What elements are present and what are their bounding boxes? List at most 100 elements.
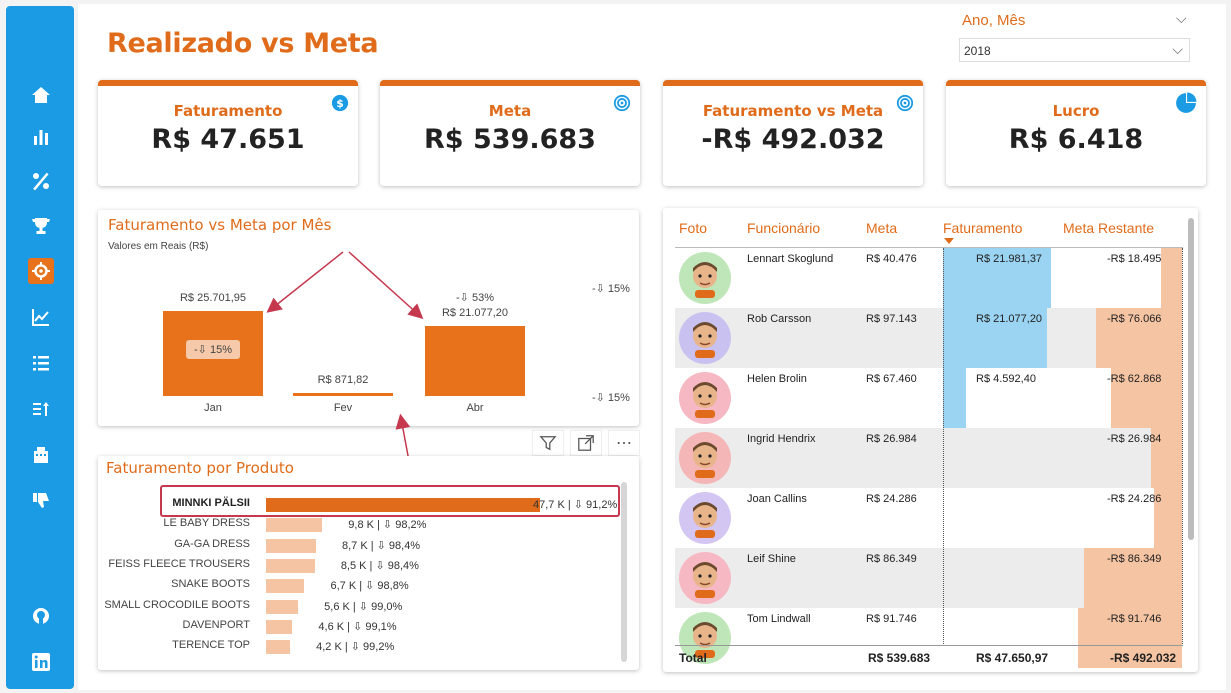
table-row[interactable]: Helen Brolin R$ 67.460 R$ 4.592,40 -R$ 62.8… bbox=[675, 368, 1183, 428]
meta-value: R$ 91.746 bbox=[866, 613, 917, 625]
meta-restante-value: -R$ 76.066 bbox=[1107, 313, 1162, 325]
meta-value: R$ 97.143 bbox=[866, 313, 917, 325]
bar-abr[interactable] bbox=[425, 326, 525, 396]
product-bar[interactable] bbox=[266, 599, 299, 614]
employee-name: Leif Shine bbox=[747, 553, 796, 565]
product-row[interactable]: LE BABY DRESS 9,8 K | ⇩ 98,2% bbox=[98, 517, 618, 533]
meta-value: R$ 40.476 bbox=[866, 253, 917, 265]
sort-desc-icon bbox=[944, 238, 954, 244]
highlight-box bbox=[160, 485, 620, 517]
employee-table: Foto Funcionário Meta Faturamento Meta R… bbox=[663, 208, 1198, 672]
linkedin-icon[interactable] bbox=[28, 649, 54, 675]
pie-icon bbox=[1176, 92, 1197, 113]
bar-value-label: R$ 871,82 bbox=[317, 374, 369, 387]
product-value-label: 5,6 K | ⇩ 99,0% bbox=[324, 600, 403, 613]
github-icon[interactable] bbox=[28, 603, 54, 629]
scrollbar[interactable] bbox=[621, 482, 627, 662]
product-bar[interactable] bbox=[266, 538, 316, 553]
list-icon[interactable] bbox=[28, 350, 54, 376]
column-header-meta-restante[interactable]: Meta Restante bbox=[1063, 220, 1154, 236]
chevron-down-icon[interactable]: ⌵ bbox=[1176, 10, 1187, 27]
product-bar[interactable] bbox=[266, 640, 291, 655]
product-row[interactable]: SMALL CROCODILE BOOTS 5,6 K | ⇩ 99,0% bbox=[98, 599, 618, 615]
employee-name: Helen Brolin bbox=[747, 373, 807, 385]
home-icon[interactable] bbox=[28, 82, 54, 108]
svg-text:$: $ bbox=[336, 97, 344, 110]
avatar bbox=[679, 492, 731, 544]
line-chart-icon[interactable] bbox=[28, 304, 54, 330]
faturamento-value: R$ 4.592,40 bbox=[976, 373, 1036, 385]
product-name: TERENCE TOP bbox=[172, 639, 250, 652]
column-header-meta[interactable]: Meta bbox=[866, 220, 897, 236]
product-name: SMALL CROCODILE BOOTS bbox=[104, 598, 250, 611]
side-pct-top: -⇩ 15% bbox=[592, 283, 630, 295]
category-label: Fev bbox=[333, 402, 353, 414]
product-bar[interactable] bbox=[266, 518, 323, 533]
meta-value: R$ 24.286 bbox=[866, 493, 917, 505]
bar-chart-icon[interactable] bbox=[28, 124, 54, 150]
focus-mode-icon[interactable] bbox=[570, 430, 602, 456]
kpi-faturamento: Faturamento R$ 47.651 $ bbox=[98, 80, 358, 186]
product-row[interactable]: FEISS FLEECE TROUSERS 8,5 K | ⇩ 98,4% bbox=[98, 558, 618, 574]
variance-badge: -⇩ 15% bbox=[186, 340, 240, 359]
total-label: Total bbox=[679, 651, 707, 665]
total-row: Total R$ 539.683 R$ 47.650,97 -R$ 492.03… bbox=[675, 645, 1183, 669]
product-bar[interactable] bbox=[266, 558, 315, 573]
product-row[interactable]: TERENCE TOP 4,2 K | ⇩ 99,2% bbox=[98, 639, 618, 655]
column-header-funcionario[interactable]: Funcionário bbox=[747, 220, 820, 236]
category-label: Jan bbox=[204, 402, 222, 414]
kpi-value: -R$ 492.032 bbox=[701, 124, 885, 155]
column-header-foto[interactable]: Foto bbox=[679, 220, 707, 236]
more-options-icon[interactable]: ⋯ bbox=[608, 430, 640, 456]
product-value-label: 4,6 K | ⇩ 99,1% bbox=[318, 620, 397, 633]
page-title: Realizado vs Meta bbox=[107, 28, 379, 59]
kpi-value: R$ 539.683 bbox=[424, 124, 596, 155]
employee-name: Lennart Skoglund bbox=[747, 253, 834, 265]
employee-name: Tom Lindwall bbox=[747, 613, 811, 625]
table-scrollbar[interactable] bbox=[1188, 218, 1194, 540]
chart-title: Faturamento por Produto bbox=[106, 459, 294, 477]
bar-value-label: R$ 21.077,20 bbox=[441, 307, 509, 320]
product-name: FEISS FLEECE TROUSERS bbox=[108, 557, 250, 570]
column-header-faturamento[interactable]: Faturamento bbox=[943, 220, 1022, 236]
chart-title: Faturamento vs Meta por Mês bbox=[108, 216, 332, 234]
product-row[interactable]: DAVENPORT 4,6 K | ⇩ 99,1% bbox=[98, 619, 618, 635]
kpi-value: R$ 47.651 bbox=[151, 124, 305, 155]
product-name: LE BABY DRESS bbox=[163, 517, 250, 530]
monthly-chart-card: Faturamento vs Meta por Mês Valores em R… bbox=[98, 210, 639, 426]
building-icon[interactable] bbox=[28, 442, 54, 468]
filter-icon[interactable] bbox=[532, 430, 564, 456]
table-row[interactable]: Joan Callins R$ 24.286 -R$ 24.286 bbox=[675, 488, 1183, 548]
trophy-icon[interactable] bbox=[28, 213, 54, 239]
product-value-label: 6,7 K | ⇩ 98,8% bbox=[330, 580, 409, 593]
table-row[interactable]: Rob Carsson R$ 97.143 R$ 21.077,20 -R$ 76.0… bbox=[675, 308, 1183, 368]
target-icon[interactable] bbox=[28, 258, 54, 284]
faturamento-value: R$ 21.077,20 bbox=[976, 313, 1043, 325]
percent-icon[interactable] bbox=[28, 168, 54, 194]
year-month-slicer[interactable]: 2018 ⌵ bbox=[959, 38, 1190, 62]
thumbs-down-icon[interactable] bbox=[28, 487, 54, 513]
chevron-down-icon: ⌵ bbox=[1172, 41, 1183, 57]
product-value-label: 8,5 K | ⇩ 98,4% bbox=[340, 559, 419, 572]
table-row[interactable]: Ingrid Hendrix R$ 26.984 -R$ 26.984 bbox=[675, 428, 1183, 488]
target-icon bbox=[613, 94, 631, 112]
avatar bbox=[679, 252, 731, 304]
kpi-lucro: Lucro R$ 6.418 bbox=[946, 80, 1206, 186]
dollar-icon: $ bbox=[331, 94, 349, 112]
visual-toolbar: ⋯ bbox=[532, 430, 640, 456]
slicer-title: Ano, Mês bbox=[962, 12, 1026, 29]
product-bar[interactable] bbox=[266, 579, 305, 594]
product-row[interactable]: SNAKE BOOTS 6,7 K | ⇩ 98,8% bbox=[98, 578, 618, 594]
bar-fev[interactable] bbox=[293, 393, 393, 396]
table-row[interactable]: Lennart Skoglund R$ 40.476 R$ 21.981,37 -R$… bbox=[675, 248, 1183, 308]
chart-subtitle: Valores em Reais (R$) bbox=[108, 241, 209, 252]
slicer-value: 2018 bbox=[964, 44, 991, 58]
product-bar[interactable] bbox=[266, 619, 293, 634]
table-row[interactable]: Leif Shine R$ 86.349 -R$ 86.349 bbox=[675, 548, 1183, 608]
sort-icon[interactable] bbox=[28, 396, 54, 422]
sidebar bbox=[6, 6, 74, 689]
total-faturamento: R$ 47.650,97 bbox=[976, 651, 1049, 665]
meta-value: R$ 86.349 bbox=[866, 553, 917, 565]
avatar bbox=[679, 552, 731, 604]
product-row[interactable]: GA-GA DRESS 8,7 K | ⇩ 98,4% bbox=[98, 538, 618, 554]
